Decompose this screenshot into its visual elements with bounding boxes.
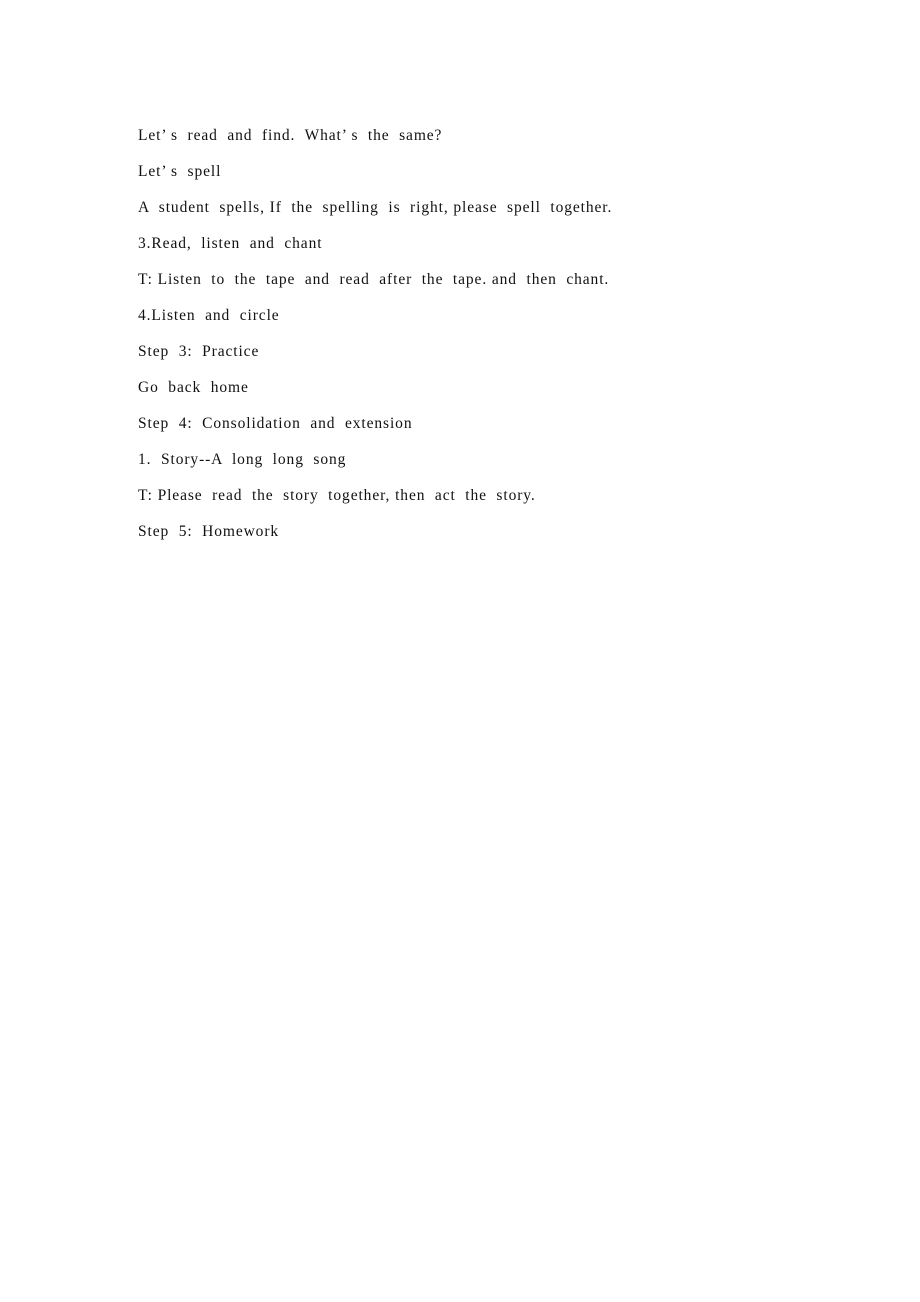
document-line: Step 4: Consolidation and extension [138, 415, 413, 432]
document-line: Step 5: Homework [138, 523, 280, 540]
document-line: Step 3: Practice [138, 343, 260, 360]
document-line: Let’ s read and find. What’ s the same? [138, 127, 443, 144]
document-line: T: Please read the story together, then … [138, 487, 536, 504]
page-blank-area [0, 560, 920, 1302]
document-line: 1. Story--A long long song [138, 451, 347, 468]
document-line: 4.Listen and circle [138, 307, 280, 324]
document-line: Go back home [138, 379, 249, 396]
document-line: Let’ s spell [138, 163, 222, 180]
document-line: T: Listen to the tape and read after the… [138, 271, 610, 288]
document-text-body: Let’ s read and find. What’ s the same? … [138, 118, 778, 550]
document-page: Let’ s read and find. What’ s the same? … [0, 0, 920, 1302]
document-line: 3.Read, listen and chant [138, 235, 323, 252]
document-line: A student spells, If the spelling is rig… [138, 199, 613, 216]
